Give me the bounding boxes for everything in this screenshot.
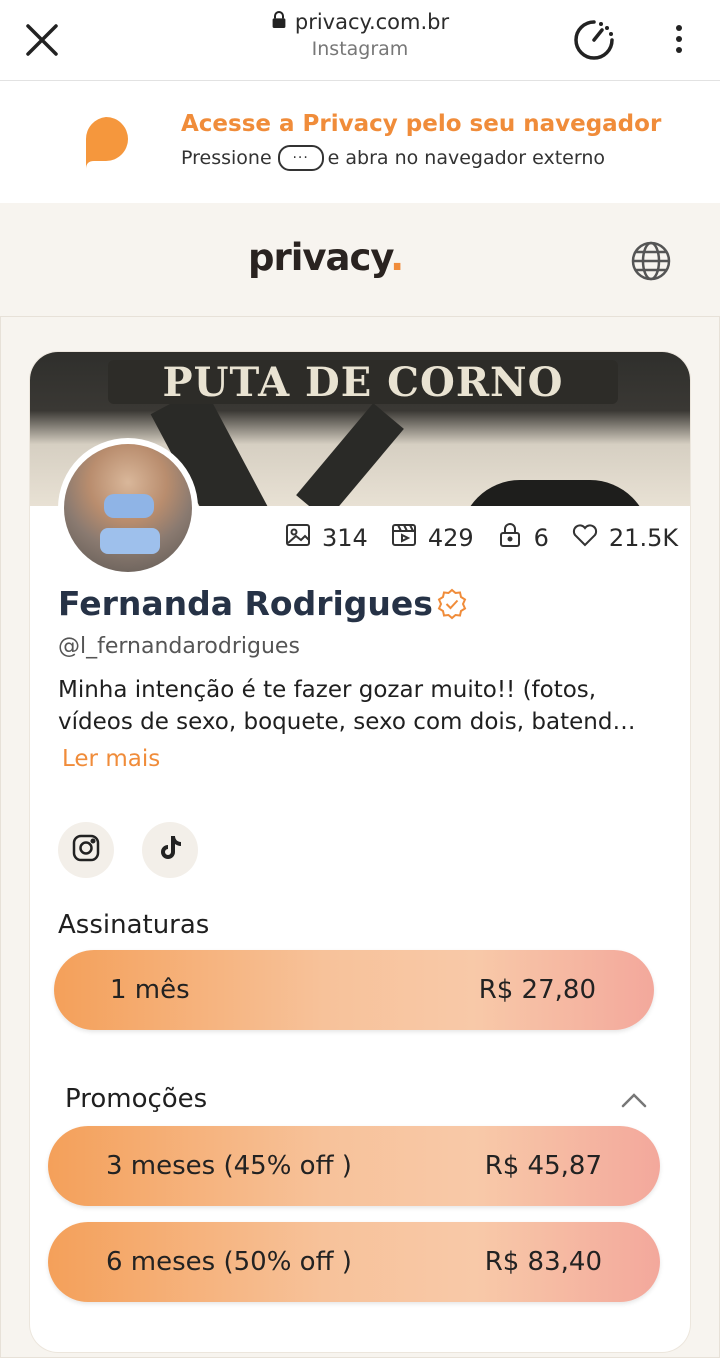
site-header: privacy. <box>0 204 720 316</box>
banner-description: Pressione ··· e abra no navegador extern… <box>181 145 605 171</box>
image-icon <box>284 521 312 555</box>
banner-desc-before: Pressione <box>181 147 272 169</box>
plan-price: R$ 83,40 <box>484 1247 602 1277</box>
tiktok-button[interactable] <box>142 822 198 878</box>
globe-icon[interactable] <box>630 240 672 282</box>
plan-label: 6 meses (50% off ) <box>106 1247 352 1277</box>
cover-sign-text: PUTA DE CORNO <box>108 359 618 406</box>
more-vert-icon[interactable] <box>664 20 694 60</box>
plan-1-month-button[interactable]: 1 mês R$ 27,80 <box>54 950 654 1030</box>
plan-label: 1 mês <box>110 975 190 1005</box>
promotions-title: Promoções <box>65 1084 208 1114</box>
profile-handle: @l_fernandarodrigues <box>58 634 300 659</box>
plan-3-months-button[interactable]: 3 meses (45% off ) R$ 45,87 <box>48 1126 660 1206</box>
instagram-button[interactable] <box>58 822 114 878</box>
stat-likes: 21.5K <box>571 521 678 555</box>
stat-locked: 6 <box>496 521 549 555</box>
plan-label: 3 meses (45% off ) <box>106 1151 352 1181</box>
instagram-icon <box>70 832 102 868</box>
plan-price: R$ 27,80 <box>478 975 596 1005</box>
brand-logo[interactable]: privacy. <box>248 236 404 279</box>
profile-name: Fernanda Rodrigues <box>58 584 469 623</box>
plan-6-months-button[interactable]: 6 meses (50% off ) R$ 83,40 <box>48 1222 660 1302</box>
tiktok-icon <box>154 832 186 868</box>
banner-title: Acesse a Privacy pelo seu navegador <box>181 111 662 137</box>
stat-photos: 314 <box>284 521 368 555</box>
stat-videos: 429 <box>390 521 474 555</box>
subscriptions-title: Assinaturas <box>58 910 210 940</box>
url-host: privacy.com.br <box>294 10 450 34</box>
read-more-link[interactable]: Ler mais <box>62 746 160 772</box>
open-in-browser-banner: Acesse a Privacy pelo seu navegador Pres… <box>0 81 720 203</box>
more-dots-icon: ··· <box>277 145 324 171</box>
profile-stats: 314 429 6 21.5K <box>284 520 678 556</box>
avatar[interactable] <box>58 438 198 578</box>
lock-icon <box>496 521 524 555</box>
timer-icon[interactable] <box>570 16 618 64</box>
profile-card: PUTA DE CORNO 314 429 6 21.5K Fernanda R… <box>30 352 690 1352</box>
video-icon <box>390 521 418 555</box>
chevron-up-icon[interactable] <box>620 1090 648 1110</box>
verified-badge-icon <box>435 587 469 621</box>
privacy-logo-icon <box>80 115 132 171</box>
plan-price: R$ 45,87 <box>484 1151 602 1181</box>
heart-icon <box>571 521 599 555</box>
lock-icon <box>271 10 287 34</box>
profile-bio: Minha intenção é te fazer gozar muito!! … <box>58 677 636 735</box>
browser-top-bar: privacy.com.br Instagram <box>0 0 720 81</box>
banner-desc-after: e abra no navegador externo <box>327 147 606 169</box>
